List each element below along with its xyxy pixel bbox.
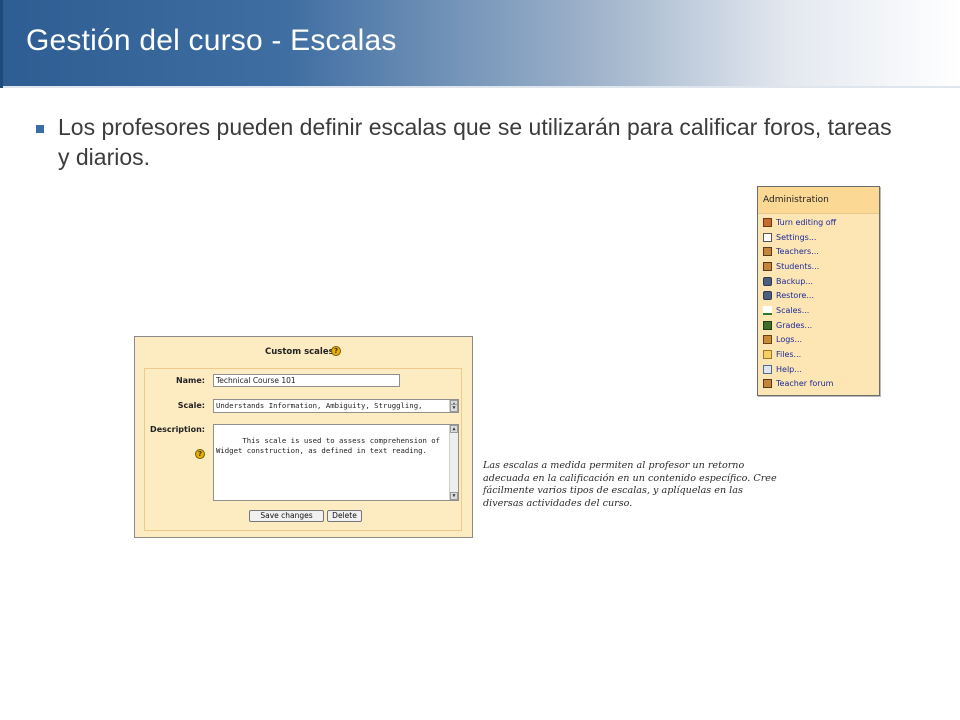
admin-item-restore[interactable]: Restore... <box>763 288 836 303</box>
admin-item-teachers[interactable]: Teachers... <box>763 244 836 259</box>
help-icon[interactable]: ? <box>195 449 205 459</box>
teachers-icon <box>763 247 772 257</box>
save-changes-button[interactable]: Save changes <box>249 510 324 522</box>
admin-item-teacher-forum[interactable]: Teacher forum <box>763 377 836 392</box>
admin-item-files[interactable]: Files... <box>763 347 836 362</box>
admin-item-label: Logs... <box>776 335 803 345</box>
scale-field[interactable]: Understands Information, Ambiguity, Stru… <box>213 399 459 413</box>
help-icon <box>763 364 772 374</box>
students-icon <box>763 261 772 271</box>
bullet-icon <box>36 125 44 133</box>
title-bar-edge <box>0 0 3 88</box>
custom-scales-title: Custom scales <box>265 347 334 357</box>
restore-icon <box>763 291 772 301</box>
scales-icon <box>763 305 772 315</box>
description-field[interactable]: This scale is used to assess comprehensi… <box>213 424 459 501</box>
admin-item-grades[interactable]: Grades... <box>763 318 836 333</box>
admin-item-label: Teacher forum <box>776 379 834 389</box>
scale-field-value: Understands Information, Ambiguity, Stru… <box>216 401 423 410</box>
delete-button[interactable]: Delete <box>327 510 362 522</box>
slide-title: Gestión del curso - Escalas <box>26 24 397 57</box>
scale-fields-panel: Name: Technical Course 101 Scale: Unders… <box>144 368 462 531</box>
admin-item-backup[interactable]: Backup... <box>763 274 836 289</box>
title-bar: Gestión del curso - Escalas <box>0 0 960 88</box>
admin-item-settings[interactable]: Settings... <box>763 230 836 245</box>
custom-scales-form: Custom scales ? Name: Technical Course 1… <box>134 336 473 538</box>
caption-text: Las escalas a medida permiten al profeso… <box>483 460 777 509</box>
backup-icon <box>763 276 772 286</box>
description-label: Description: <box>150 425 205 434</box>
admin-item-label: Help... <box>776 364 802 374</box>
admin-item-label: Scales... <box>776 305 810 315</box>
name-field[interactable]: Technical Course 101 <box>213 374 400 387</box>
description-scrollbar[interactable]: ▲ ▼ <box>449 425 458 500</box>
scroll-down-icon[interactable]: ▼ <box>450 404 458 412</box>
help-icon[interactable]: ? <box>331 346 341 356</box>
bullet-text: Los profesores pueden definir escalas qu… <box>58 114 892 170</box>
settings-icon <box>763 232 772 242</box>
admin-item-label: Restore... <box>776 291 814 301</box>
folder-icon <box>763 350 772 360</box>
custom-scales-header: Custom scales ? <box>135 337 472 366</box>
forum-icon <box>763 379 772 389</box>
administration-title: Administration <box>763 195 829 205</box>
scale-label: Scale: <box>177 401 205 410</box>
scroll-down-icon[interactable]: ▼ <box>450 492 458 500</box>
admin-item-turn-editing-off[interactable]: Turn editing off <box>763 215 836 230</box>
grades-icon <box>763 320 772 330</box>
name-label: Name: <box>175 376 205 385</box>
logs-icon <box>763 335 772 345</box>
admin-item-scales[interactable]: Scales... <box>763 303 836 318</box>
admin-item-label: Grades... <box>776 320 813 330</box>
admin-item-help[interactable]: Help... <box>763 362 836 377</box>
admin-item-logs[interactable]: Logs... <box>763 333 836 348</box>
scroll-up-icon[interactable]: ▲ <box>450 425 458 433</box>
edit-icon <box>763 217 772 227</box>
admin-item-label: Students... <box>776 261 820 271</box>
administration-panel: Administration Turn editing off Settings… <box>757 186 880 396</box>
administration-menu: Turn editing off Settings... Teachers...… <box>763 215 836 391</box>
admin-item-label: Settings... <box>776 232 817 242</box>
description-field-value: This scale is used to assess comprehensi… <box>216 436 441 455</box>
admin-item-label: Teachers... <box>776 247 819 257</box>
scale-scrollbar[interactable]: ▲ ▼ <box>449 400 458 412</box>
admin-item-label: Turn editing off <box>776 217 837 227</box>
admin-item-students[interactable]: Students... <box>763 259 836 274</box>
admin-item-label: Backup... <box>776 276 813 286</box>
admin-item-label: Files... <box>776 350 802 360</box>
administration-panel-header: Administration <box>758 187 879 214</box>
